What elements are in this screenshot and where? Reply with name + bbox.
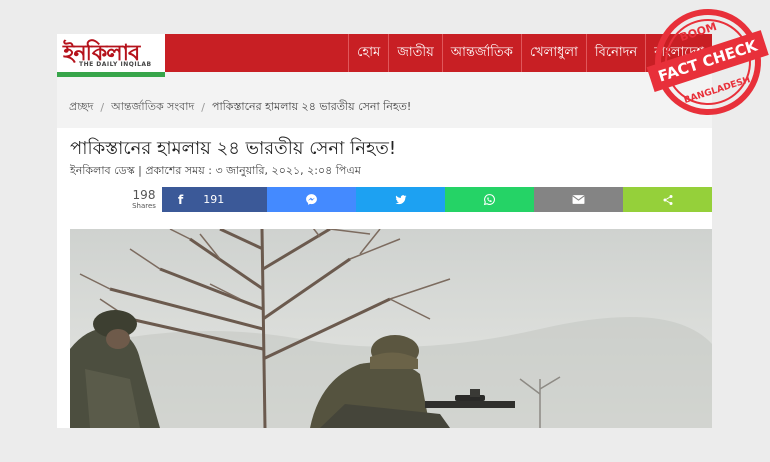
breadcrumb-section[interactable]: আন্তর্জাতিক সংবাদ (111, 98, 194, 117)
twitter-share-button[interactable] (356, 187, 445, 212)
messenger-share-button[interactable] (267, 187, 356, 212)
whatsapp-icon (483, 194, 495, 206)
breadcrumb-separator: / (201, 100, 205, 114)
fact-check-badge-icon: FACT CHECK BOOM BANGLADESH (646, 9, 769, 115)
breadcrumb: প্রচ্ছদ / আন্তর্জাতিক সংবাদ / পাকিস্তানে… (69, 92, 712, 122)
messenger-icon (306, 194, 317, 205)
article-title: পাকিস্তানের হামলায় ২৪ ভারতীয় সেনা নিহত… (70, 138, 397, 159)
twitter-icon (395, 194, 406, 204)
whatsapp-share-button[interactable] (445, 187, 534, 212)
article-page: ইনকিলাব THE DAILY INQILAB হোম জাতীয় আন্… (57, 34, 712, 428)
logo-subtitle: THE DAILY INQILAB (79, 61, 152, 68)
share-icon (663, 194, 672, 205)
nav-item-international[interactable]: আন্তর্জাতিক (441, 34, 521, 72)
share-total: 198 (132, 188, 156, 202)
logo-accent-strip (57, 72, 165, 77)
facebook-icon: f (178, 192, 184, 207)
nav-item-entertainment[interactable]: বিনোদন (585, 34, 645, 72)
site-logo[interactable]: ইনকিলাব THE DAILY INQILAB (57, 34, 165, 72)
nav-item-sports[interactable]: খেলাধুলা (520, 34, 586, 72)
share-total-label: Shares (132, 202, 156, 210)
nav-item-national[interactable]: জাতীয় (388, 34, 442, 72)
breadcrumb-current: পাকিস্তানের হামলায় ২৪ ভারতীয় সেনা নিহত… (211, 99, 412, 113)
email-share-button[interactable] (534, 187, 623, 212)
stamp-brand: BOOM (678, 20, 718, 44)
email-icon (572, 195, 585, 204)
soldiers-photo (70, 229, 712, 428)
breadcrumb-separator: / (100, 100, 105, 114)
article-photo (70, 229, 712, 428)
site-header: ইনকিলাব THE DAILY INQILAB হোম জাতীয় আন্… (57, 34, 712, 72)
article-meta: ইনকিলাব ডেস্ক | প্রকাশের সময় : ৩ জানুয়… (70, 164, 361, 177)
facebook-share-count: 191 (203, 193, 225, 206)
share-counter: 198 Shares (130, 188, 158, 211)
breadcrumb-home[interactable]: প্রচ্ছদ (69, 98, 93, 117)
sharethis-share-button[interactable] (623, 187, 712, 212)
facebook-share-button[interactable]: f 191 (162, 187, 267, 212)
nav-item-home[interactable]: হোম (348, 34, 388, 72)
fact-check-stamp: FACT CHECK BOOM BANGLADESH (640, 0, 770, 120)
share-bar: f 191 (162, 187, 712, 212)
